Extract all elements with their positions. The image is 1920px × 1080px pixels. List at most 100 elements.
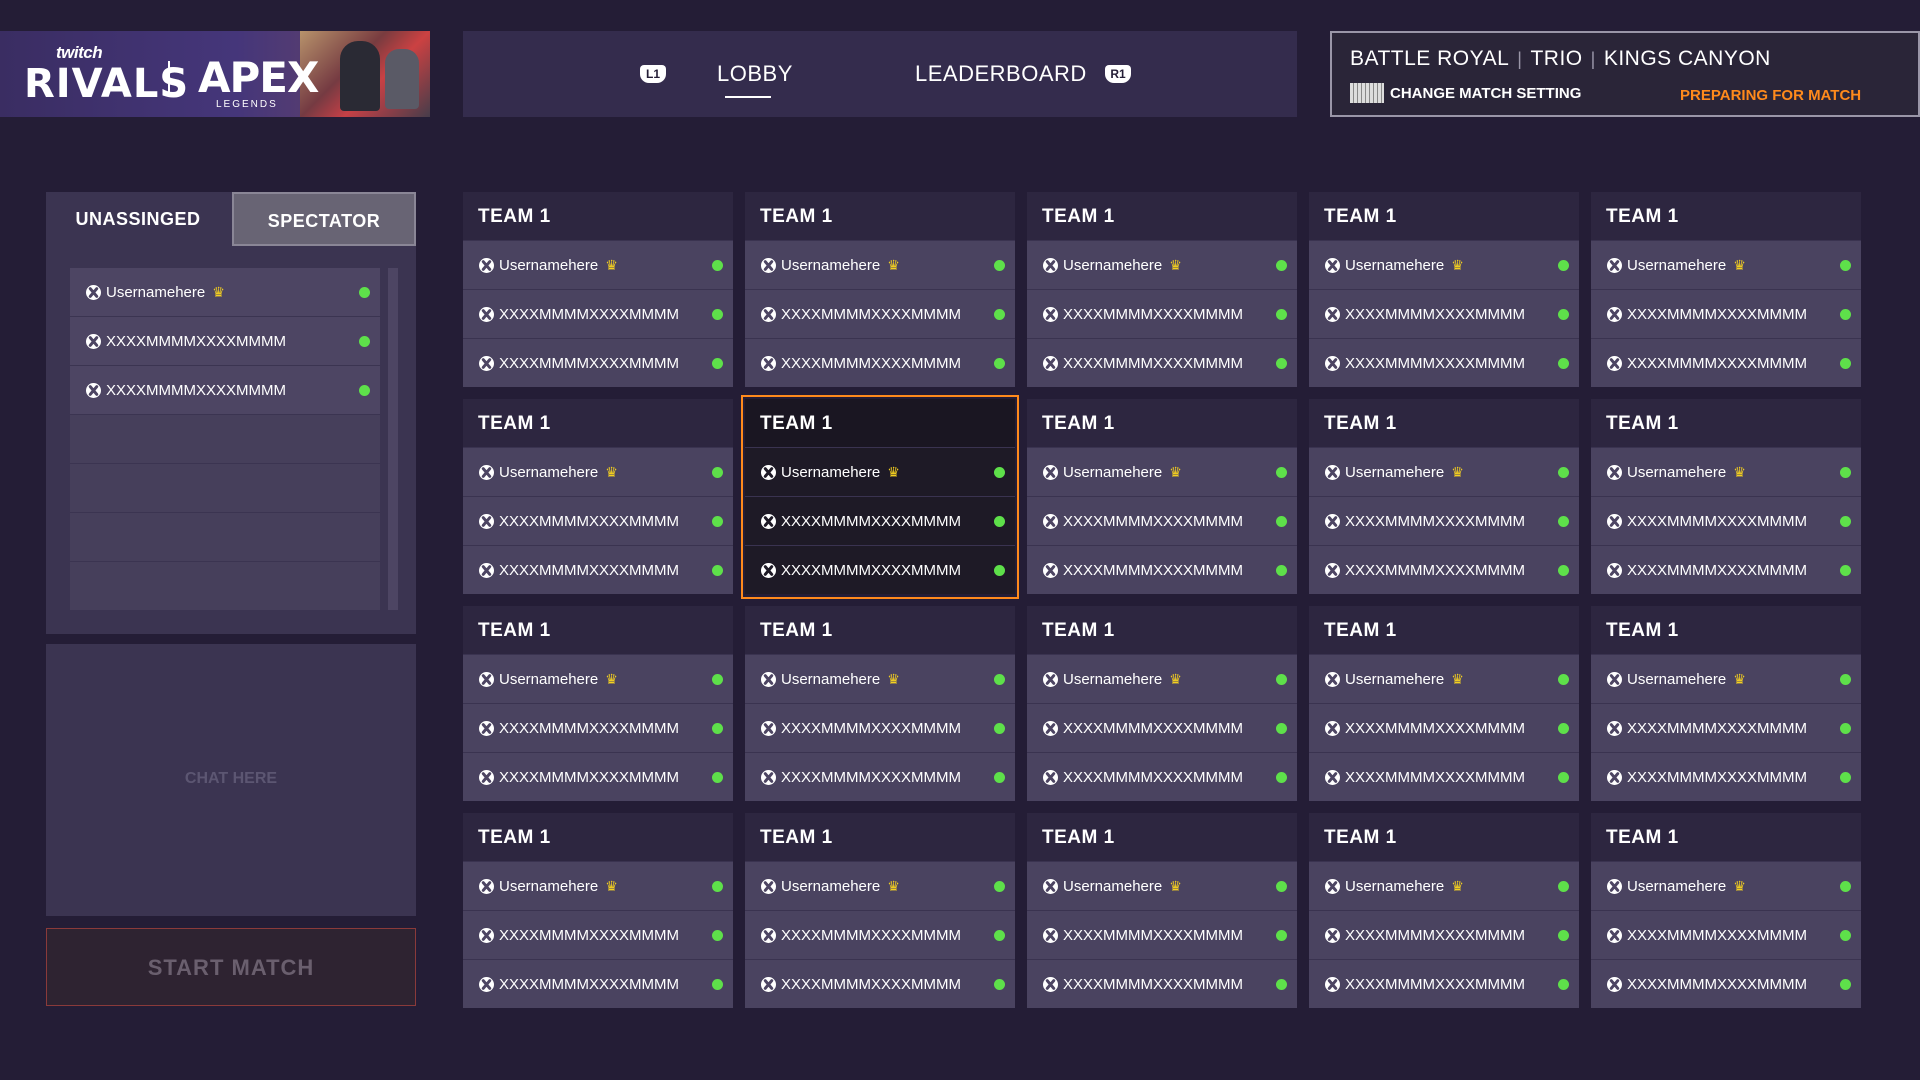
- empty-player-slot[interactable]: [70, 464, 380, 513]
- team-player-row[interactable]: XXXXMMMMXXXXMMMM: [1027, 752, 1297, 801]
- team-player-row[interactable]: XXXXMMMMXXXXMMMM: [745, 496, 1015, 545]
- team-card[interactable]: TEAM 1 Usernamehere ♛ XXXXMMMMXXXXMMMM XXXXM…: [1591, 813, 1861, 1009]
- team-player-row[interactable]: Usernamehere ♛: [745, 861, 1015, 910]
- team-player-row[interactable]: Usernamehere ♛: [1309, 654, 1579, 703]
- team-player-row[interactable]: XXXXMMMMXXXXMMMM: [1309, 496, 1579, 545]
- team-card[interactable]: TEAM 1 Usernamehere ♛ XXXXMMMMXXXXMMMM XXXXM…: [463, 813, 733, 1009]
- change-match-setting-button[interactable]: CHANGE MATCH SETTING: [1390, 85, 1581, 102]
- team-player-row[interactable]: XXXXMMMMXXXXMMMM: [1591, 545, 1861, 594]
- team-player-row[interactable]: XXXXMMMMXXXXMMMM: [1591, 752, 1861, 801]
- team-player-row[interactable]: Usernamehere ♛: [1027, 447, 1297, 496]
- l1-button-hint[interactable]: L1: [640, 65, 666, 83]
- team-card[interactable]: TEAM 1 Usernamehere ♛ XXXXMMMMXXXXMMMM XXXXM…: [463, 399, 733, 595]
- tab-leaderboard[interactable]: LEADERBOARD: [915, 61, 1087, 87]
- team-card[interactable]: TEAM 1 Usernamehere ♛ XXXXMMMMXXXXMMMM XXXXM…: [741, 395, 1019, 599]
- team-player-row[interactable]: XXXXMMMMXXXXMMMM: [1591, 959, 1861, 1008]
- team-player-row[interactable]: XXXXMMMMXXXXMMMM: [463, 752, 733, 801]
- team-card[interactable]: TEAM 1 Usernamehere ♛ XXXXMMMMXXXXMMMM XXXXM…: [1309, 192, 1579, 388]
- team-player-row[interactable]: XXXXMMMMXXXXMMMM: [1309, 338, 1579, 387]
- team-player-row[interactable]: XXXXMMMMXXXXMMMM: [1027, 338, 1297, 387]
- team-card[interactable]: TEAM 1 Usernamehere ♛ XXXXMMMMXXXXMMMM XXXXM…: [1309, 606, 1579, 802]
- team-player-row[interactable]: Usernamehere ♛: [1027, 861, 1297, 910]
- team-name: TEAM 1: [463, 192, 733, 240]
- team-card[interactable]: TEAM 1 Usernamehere ♛ XXXXMMMMXXXXMMMM XXXXM…: [1027, 399, 1297, 595]
- team-player-row[interactable]: XXXXMMMMXXXXMMMM: [745, 703, 1015, 752]
- team-card[interactable]: TEAM 1 Usernamehere ♛ XXXXMMMMXXXXMMMM XXXXM…: [1027, 192, 1297, 388]
- team-player-row[interactable]: Usernamehere ♛: [1591, 447, 1861, 496]
- xbox-icon: [1325, 464, 1340, 480]
- team-player-row[interactable]: XXXXMMMMXXXXMMMM: [1309, 910, 1579, 959]
- tab-lobby[interactable]: LOBBY: [717, 61, 793, 87]
- start-match-button[interactable]: START MATCH: [46, 928, 416, 1006]
- team-player-row[interactable]: XXXXMMMMXXXXMMMM: [1027, 703, 1297, 752]
- team-player-row[interactable]: Usernamehere ♛: [1309, 861, 1579, 910]
- empty-player-slot[interactable]: [70, 562, 380, 611]
- player-name: XXXXMMMMXXXXMMMM: [479, 290, 679, 338]
- team-player-row[interactable]: XXXXMMMMXXXXMMMM: [463, 959, 733, 1008]
- team-player-row[interactable]: XXXXMMMMXXXXMMMM: [745, 752, 1015, 801]
- team-card[interactable]: TEAM 1 Usernamehere ♛ XXXXMMMMXXXXMMMM XXXXM…: [745, 192, 1015, 388]
- team-player-row[interactable]: XXXXMMMMXXXXMMMM: [1027, 545, 1297, 594]
- unassigned-player-row[interactable]: Usernamehere ♛: [70, 268, 380, 317]
- team-player-row[interactable]: XXXXMMMMXXXXMMMM: [463, 545, 733, 594]
- team-card[interactable]: TEAM 1 Usernamehere ♛ XXXXMMMMXXXXMMMM XXXXM…: [745, 813, 1015, 1009]
- team-player-row[interactable]: XXXXMMMMXXXXMMMM: [1027, 289, 1297, 338]
- team-player-row[interactable]: XXXXMMMMXXXXMMMM: [745, 289, 1015, 338]
- team-card[interactable]: TEAM 1 Usernamehere ♛ XXXXMMMMXXXXMMMM XXXXM…: [745, 606, 1015, 802]
- empty-player-slot[interactable]: [70, 513, 380, 562]
- team-player-row[interactable]: Usernamehere ♛: [1309, 447, 1579, 496]
- team-player-row[interactable]: Usernamehere ♛: [1591, 654, 1861, 703]
- tab-unassigned[interactable]: UNASSINGED: [46, 192, 230, 246]
- team-player-row[interactable]: XXXXMMMMXXXXMMMM: [1591, 496, 1861, 545]
- team-player-row[interactable]: XXXXMMMMXXXXMMMM: [1591, 338, 1861, 387]
- team-card[interactable]: TEAM 1 Usernamehere ♛ XXXXMMMMXXXXMMMM XXXXM…: [1027, 813, 1297, 1009]
- team-card[interactable]: TEAM 1 Usernamehere ♛ XXXXMMMMXXXXMMMM XXXXM…: [463, 606, 733, 802]
- scrollbar[interactable]: [388, 268, 398, 610]
- team-player-row[interactable]: XXXXMMMMXXXXMMMM: [745, 910, 1015, 959]
- team-player-row[interactable]: Usernamehere ♛: [463, 654, 733, 703]
- tab-spectator[interactable]: SPECTATOR: [232, 192, 416, 246]
- team-player-row[interactable]: XXXXMMMMXXXXMMMM: [745, 545, 1015, 594]
- team-player-row[interactable]: XXXXMMMMXXXXMMMM: [463, 703, 733, 752]
- unassigned-player-row[interactable]: XXXXMMMMXXXXMMMM: [70, 366, 380, 415]
- team-card[interactable]: TEAM 1 Usernamehere ♛ XXXXMMMMXXXXMMMM XXXXM…: [1591, 192, 1861, 388]
- team-card[interactable]: TEAM 1 Usernamehere ♛ XXXXMMMMXXXXMMMM XXXXM…: [1309, 813, 1579, 1009]
- team-player-row[interactable]: XXXXMMMMXXXXMMMM: [1591, 703, 1861, 752]
- team-player-row[interactable]: Usernamehere ♛: [463, 240, 733, 289]
- team-player-row[interactable]: XXXXMMMMXXXXMMMM: [745, 338, 1015, 387]
- team-player-row[interactable]: XXXXMMMMXXXXMMMM: [1309, 959, 1579, 1008]
- team-player-row[interactable]: Usernamehere ♛: [1027, 240, 1297, 289]
- team-player-row[interactable]: XXXXMMMMXXXXMMMM: [1309, 752, 1579, 801]
- team-card[interactable]: TEAM 1 Usernamehere ♛ XXXXMMMMXXXXMMMM XXXXM…: [1027, 606, 1297, 802]
- chat-box[interactable]: CHAT HERE: [46, 644, 416, 916]
- unassigned-player-row[interactable]: XXXXMMMMXXXXMMMM: [70, 317, 380, 366]
- team-card[interactable]: TEAM 1 Usernamehere ♛ XXXXMMMMXXXXMMMM XXXXM…: [1309, 399, 1579, 595]
- team-player-row[interactable]: XXXXMMMMXXXXMMMM: [745, 959, 1015, 1008]
- team-player-row[interactable]: XXXXMMMMXXXXMMMM: [463, 496, 733, 545]
- team-player-row[interactable]: XXXXMMMMXXXXMMMM: [1027, 496, 1297, 545]
- team-player-row[interactable]: Usernamehere ♛: [1591, 240, 1861, 289]
- team-player-row[interactable]: XXXXMMMMXXXXMMMM: [463, 289, 733, 338]
- team-card[interactable]: TEAM 1 Usernamehere ♛ XXXXMMMMXXXXMMMM XXXXM…: [463, 192, 733, 388]
- team-player-row[interactable]: XXXXMMMMXXXXMMMM: [1027, 910, 1297, 959]
- team-player-row[interactable]: XXXXMMMMXXXXMMMM: [463, 910, 733, 959]
- team-card[interactable]: TEAM 1 Usernamehere ♛ XXXXMMMMXXXXMMMM XXXXM…: [1591, 606, 1861, 802]
- team-player-row[interactable]: XXXXMMMMXXXXMMMM: [1027, 959, 1297, 1008]
- team-player-row[interactable]: Usernamehere ♛: [1591, 861, 1861, 910]
- team-player-row[interactable]: Usernamehere ♛: [745, 654, 1015, 703]
- team-player-row[interactable]: XXXXMMMMXXXXMMMM: [463, 338, 733, 387]
- team-player-row[interactable]: Usernamehere ♛: [463, 447, 733, 496]
- r1-button-hint[interactable]: R1: [1105, 65, 1131, 83]
- team-player-row[interactable]: XXXXMMMMXXXXMMMM: [1309, 545, 1579, 594]
- empty-player-slot[interactable]: [70, 415, 380, 464]
- team-player-row[interactable]: XXXXMMMMXXXXMMMM: [1309, 289, 1579, 338]
- team-card[interactable]: TEAM 1 Usernamehere ♛ XXXXMMMMXXXXMMMM XXXXM…: [1591, 399, 1861, 595]
- team-player-row[interactable]: XXXXMMMMXXXXMMMM: [1591, 289, 1861, 338]
- team-player-row[interactable]: Usernamehere ♛: [745, 240, 1015, 289]
- team-player-row[interactable]: XXXXMMMMXXXXMMMM: [1309, 703, 1579, 752]
- team-player-row[interactable]: Usernamehere ♛: [745, 447, 1015, 496]
- team-player-row[interactable]: Usernamehere ♛: [1027, 654, 1297, 703]
- team-player-row[interactable]: XXXXMMMMXXXXMMMM: [1591, 910, 1861, 959]
- team-player-row[interactable]: Usernamehere ♛: [1309, 240, 1579, 289]
- team-player-row[interactable]: Usernamehere ♛: [463, 861, 733, 910]
